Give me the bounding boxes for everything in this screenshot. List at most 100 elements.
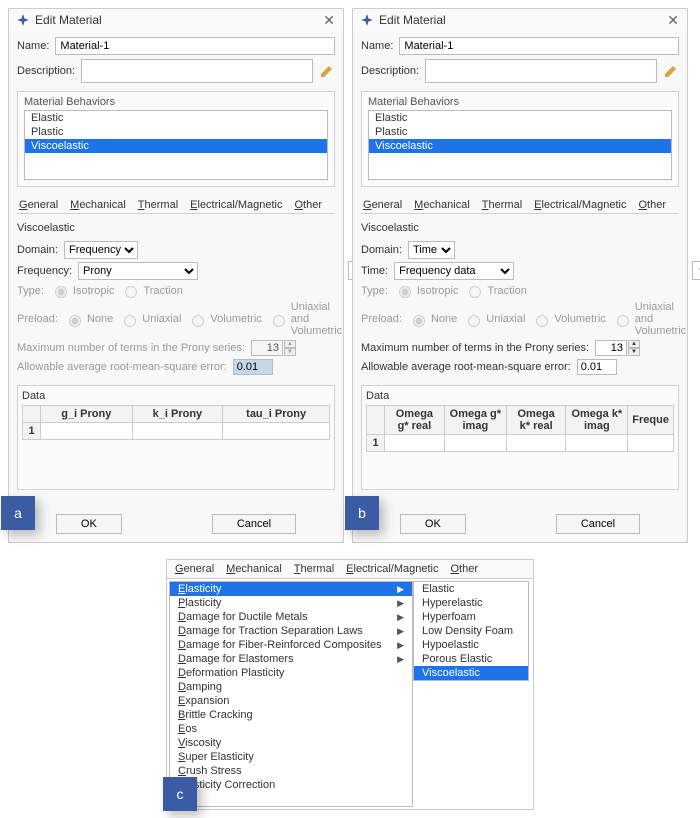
prony-table[interactable]: g_i Prony k_i Prony tau_i Prony 1 [22,405,330,440]
behavior-item[interactable]: Elastic [25,111,327,125]
description-input[interactable] [425,59,657,83]
behavior-item[interactable]: Viscoelastic [25,139,327,153]
menu-item[interactable]: Elasticity▶ [170,582,412,596]
data-group: Data Omega g* real Omega g* imag Omega k… [361,385,679,490]
behavior-item[interactable]: Plastic [25,125,327,139]
type-label: Type: [361,285,388,297]
submenu-item[interactable]: Hyperfoam [414,610,528,624]
edit-description-icon[interactable] [319,63,335,79]
name-input[interactable] [55,37,335,55]
description-input[interactable] [81,59,313,83]
data-label: Data [366,390,674,402]
tab-electrical[interactable]: Electrical/Magnetic [346,563,438,575]
cancel-button[interactable]: Cancel [556,514,640,534]
freq-data-table[interactable]: Omega g* real Omega g* imag Omega k* rea… [366,405,674,452]
tab-general[interactable]: General [363,197,402,213]
behavior-item[interactable]: Viscoelastic [369,139,671,153]
tab-electrical[interactable]: Electrical/Magnetic [534,197,626,213]
ok-button[interactable]: OK [56,514,122,534]
tab-electrical[interactable]: Electrical/Magnetic [190,197,282,213]
rms-label: Allowable average root-mean-square error… [361,361,571,373]
tab-thermal[interactable]: Thermal [294,563,334,575]
max-terms-spinner[interactable]: ▲▼ [595,340,640,356]
menu-item[interactable]: Plasticity Correction [170,778,412,792]
menu-item[interactable]: Crush Stress [170,764,412,778]
submenu-item[interactable]: Porous Elastic [414,652,528,666]
name-label: Name: [361,40,393,52]
behavior-item[interactable]: Elastic [369,111,671,125]
time-select[interactable]: Frequency data [394,262,514,280]
menu-item[interactable]: Damping [170,680,412,694]
menu-item[interactable]: Expansion [170,694,412,708]
type-label: Type: [17,285,44,297]
menu-item[interactable]: Damage for Fiber-Reinforced Composites▶ [170,638,412,652]
panel-badge-b: b [345,496,379,530]
submenu-item[interactable]: Low Density Foam [414,624,528,638]
mechanical-menu-panel: General Mechanical Thermal Electrical/Ma… [166,559,534,810]
panel-badge-a: a [1,496,35,530]
max-terms-label: Maximum number of terms in the Prony ser… [361,342,589,354]
rms-label: Allowable average root-mean-square error… [17,361,227,373]
close-icon[interactable]: ✕ [667,13,679,27]
edit-description-icon[interactable] [663,63,679,79]
ok-button[interactable]: OK [400,514,466,534]
submenu-item[interactable]: Hypoelastic [414,638,528,652]
menu-item[interactable]: Super Elasticity [170,750,412,764]
tab-other[interactable]: Other [638,197,666,213]
max-terms-label: Maximum number of terms in the Prony ser… [17,342,245,354]
viscoelastic-heading: Viscoelastic [361,222,679,234]
menu-item[interactable]: Damage for Traction Separation Laws▶ [170,624,412,638]
tab-general[interactable]: General [175,563,214,575]
edit-material-dialog-b: Edit Material ✕ Name: Description: Mater… [352,8,688,543]
tab-thermal[interactable]: Thermal [482,197,522,213]
behavior-item[interactable]: Plastic [369,125,671,139]
rms-input [233,359,273,375]
name-input[interactable] [399,37,679,55]
suboptions-button[interactable]: ▾ Suboptions [692,261,700,280]
frequency-select[interactable]: Prony [78,262,198,280]
tab-mechanical[interactable]: Mechanical [70,197,126,213]
type-isotropic-radio [399,286,411,298]
type-traction-radio [469,286,481,298]
close-icon[interactable]: ✕ [323,13,335,27]
type-isotropic-radio [55,286,67,298]
preload-uniaxial-radio [468,315,480,327]
titlebar: Edit Material ✕ [353,9,687,31]
submenu-item[interactable]: Viscoelastic [414,666,528,680]
tab-general[interactable]: General [19,197,58,213]
menu-item[interactable]: Plasticity▶ [170,596,412,610]
mechanical-menu[interactable]: Elasticity▶Plasticity▶Damage for Ductile… [169,581,413,807]
data-group: Data g_i Prony k_i Prony tau_i Prony 1 [17,385,335,490]
preload-both-radio [273,315,285,327]
preload-label: Preload: [361,313,402,325]
preload-uniaxial-radio [124,315,136,327]
panel-badge-c: c [163,777,197,811]
behaviors-listbox[interactable]: ElasticPlasticViscoelastic [24,110,328,180]
menu-item[interactable]: Eos [170,722,412,736]
submenu-item[interactable]: Hyperelastic [414,596,528,610]
submenu-item[interactable]: Elastic [414,582,528,596]
behaviors-listbox[interactable]: ElasticPlasticViscoelastic [368,110,672,180]
description-label: Description: [17,65,75,77]
name-label: Name: [17,40,49,52]
behaviors-label: Material Behaviors [24,96,328,108]
domain-select[interactable]: Frequency [64,241,138,259]
domain-label: Domain: [17,244,58,256]
menu-item[interactable]: Deformation Plasticity [170,666,412,680]
cancel-button[interactable]: Cancel [212,514,296,534]
edit-material-dialog-a: Edit Material ✕ Name: Description: Mater… [8,8,344,543]
tab-other[interactable]: Other [294,197,322,213]
titlebar: Edit Material ✕ [9,9,343,31]
domain-select[interactable]: Time [408,241,455,259]
menu-item[interactable]: Damage for Elastomers▶ [170,652,412,666]
tab-mechanical[interactable]: Mechanical [226,563,282,575]
elasticity-submenu[interactable]: ElasticHyperelasticHyperfoamLow Density … [413,581,529,681]
rms-input[interactable] [577,359,617,375]
menu-item[interactable]: Brittle Cracking [170,708,412,722]
tab-other[interactable]: Other [450,563,478,575]
menu-item[interactable]: Damage for Ductile Metals▶ [170,610,412,624]
menu-item[interactable]: Viscosity [170,736,412,750]
tab-mechanical[interactable]: Mechanical [414,197,470,213]
behaviors-label: Material Behaviors [368,96,672,108]
tab-thermal[interactable]: Thermal [138,197,178,213]
